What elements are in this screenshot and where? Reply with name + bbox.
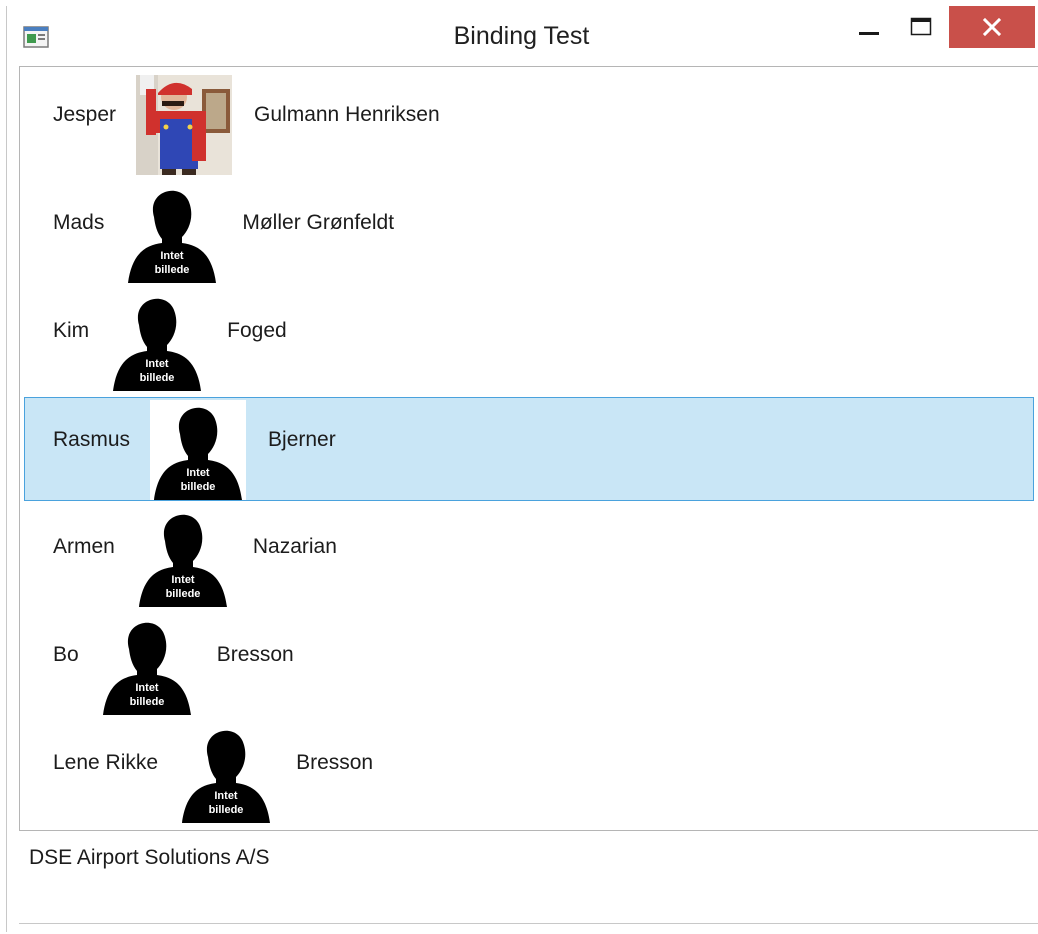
list-item[interactable]: Lene Rikke Intet billede Bresson xyxy=(24,721,1034,825)
main-window: Binding Test Jesper Gulmann Henriksen Ma… xyxy=(6,6,1038,932)
first-name: Mads xyxy=(53,211,105,234)
svg-text:billede: billede xyxy=(181,481,216,493)
last-name: Bresson xyxy=(296,751,374,774)
svg-text:billede: billede xyxy=(209,804,244,816)
no-photo-silhouette-icon: Intet billede xyxy=(102,622,191,715)
first-name: Kim xyxy=(53,319,90,342)
list-item[interactable]: Mads Intet billede Møller Grønfeldt xyxy=(24,181,1034,285)
last-name: Bresson xyxy=(216,643,294,666)
no-photo-silhouette-icon: Intet billede xyxy=(113,298,202,391)
no-photo-silhouette-icon: Intet billede xyxy=(128,190,217,283)
svg-text:Intet: Intet xyxy=(135,682,159,694)
no-photo-silhouette-icon: Intet billede xyxy=(138,514,227,607)
svg-text:Intet: Intet xyxy=(146,358,170,370)
no-photo-silhouette-icon: Intet billede xyxy=(182,730,271,823)
person-photo xyxy=(136,75,233,175)
first-name: Bo xyxy=(53,643,79,666)
title-bar[interactable]: Binding Test xyxy=(7,6,1036,62)
company-label: DSE Airport Solutions A/S xyxy=(29,846,270,869)
footer-divider xyxy=(19,923,1038,924)
svg-text:Intet: Intet xyxy=(214,790,238,802)
svg-text:billede: billede xyxy=(165,588,200,600)
last-name: Nazarian xyxy=(252,535,337,558)
first-name: Jesper xyxy=(53,103,117,126)
maximize-icon xyxy=(910,17,932,36)
minimize-button[interactable] xyxy=(843,6,895,48)
people-listbox[interactable]: Jesper Gulmann Henriksen Mads Intet bille… xyxy=(19,66,1038,831)
first-name: Lene Rikke xyxy=(53,751,159,774)
list-item[interactable]: Kim Intet billede Foged xyxy=(24,289,1034,393)
first-name: Rasmus xyxy=(53,428,131,451)
first-name: Armen xyxy=(53,535,115,558)
minimize-icon xyxy=(859,32,879,35)
last-name: Møller Grønfeldt xyxy=(242,211,395,234)
no-photo-silhouette-icon: Intet billede xyxy=(150,400,247,500)
last-name: Bjerner xyxy=(268,428,336,451)
last-name: Gulmann Henriksen xyxy=(254,103,440,126)
last-name: Foged xyxy=(227,319,287,342)
list-item[interactable]: Bo Intet billede Bresson xyxy=(24,613,1034,717)
svg-text:Intet: Intet xyxy=(186,467,210,479)
svg-text:Intet: Intet xyxy=(171,574,195,586)
close-button[interactable] xyxy=(949,6,1035,48)
list-item[interactable]: Rasmus Intet billede Bjerner xyxy=(24,397,1034,501)
svg-text:billede: billede xyxy=(129,696,164,708)
svg-text:billede: billede xyxy=(140,372,175,384)
maximize-button[interactable] xyxy=(895,6,947,48)
list-item[interactable]: Armen Intet billede Nazarian xyxy=(24,505,1034,609)
svg-text:billede: billede xyxy=(155,264,190,276)
list-item[interactable]: Jesper Gulmann Henriksen xyxy=(24,73,1034,177)
close-icon xyxy=(982,17,1002,37)
svg-text:Intet: Intet xyxy=(161,250,185,262)
